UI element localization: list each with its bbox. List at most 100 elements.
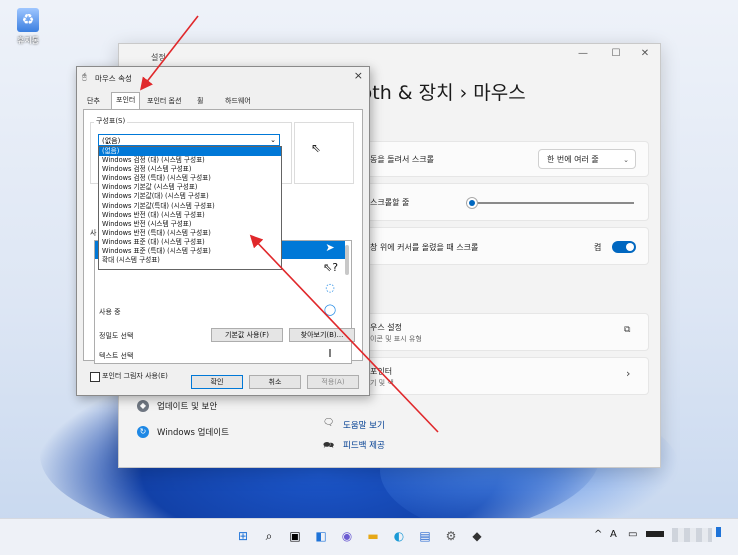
use-default-button[interactable]: 기본값 사용(F)	[211, 328, 283, 342]
nav-item-label: Windows 업데이트	[157, 428, 229, 438]
task-view-icon[interactable]: ▣	[285, 526, 305, 546]
tab-hardware[interactable]: 하드웨어	[221, 94, 255, 108]
recycle-bin-label: 휴지통	[16, 36, 40, 45]
customize-label: 사	[88, 228, 99, 238]
scheme-option[interactable]: 확대 (시스템 구성표)	[99, 256, 281, 265]
wheel-scroll-value: 한 번에 여러 줄	[547, 155, 599, 164]
clock-area[interactable]	[672, 528, 712, 542]
cursor-row-label: 사용 중	[99, 308, 121, 316]
dialog-title: 마우스 속성	[95, 74, 132, 83]
external-link-icon: ⧉	[624, 325, 631, 335]
scheme-option[interactable]: Windows 반전 (특대) (시스템 구성표)	[99, 229, 281, 238]
nav-item-update-security[interactable]: ◆ 업데이트 및 보안	[137, 398, 297, 414]
edge-icon[interactable]: ◐	[389, 526, 409, 546]
busy-icon: ◯	[323, 303, 337, 316]
wheel-scroll-select[interactable]: 한 번에 여러 줄 ⌄	[538, 149, 636, 169]
maximize-button[interactable]: ☐	[602, 44, 630, 64]
shield-icon: ◆	[137, 400, 149, 412]
wheel-scroll-card: 동을 돌려서 스크롤 한 번에 여러 줄 ⌄	[365, 141, 649, 177]
settings-icon[interactable]: ⚙	[441, 526, 461, 546]
scheme-option[interactable]: Windows 검정 (시스템 구성표)	[99, 165, 281, 174]
help-icon: 🗨	[323, 418, 335, 428]
hover-scroll-label: 창 위에 커서를 올렸을 때 스크롤	[370, 243, 479, 252]
scheme-option[interactable]: Windows 표준 (대) (시스템 구성표)	[99, 238, 281, 247]
ok-button[interactable]: 확인	[191, 375, 243, 389]
scroll-lines-slider-thumb[interactable]	[466, 197, 479, 209]
scheme-option[interactable]: Windows 기본값(대) (시스템 구성표)	[99, 192, 281, 201]
scheme-dropdown-list: (없음) Windows 검정 (대) (시스템 구성표) Windows 검정 (…	[98, 146, 282, 270]
close-button[interactable]: ✕	[631, 44, 659, 64]
give-feedback-label: 피드백 제공	[343, 441, 385, 451]
scheme-group-label: 구성표(S)	[94, 116, 128, 126]
feedback-icon: 🗪	[323, 441, 335, 451]
scheme-option[interactable]: Windows 반전 (대) (시스템 구성표)	[99, 211, 281, 220]
scheme-option[interactable]: Windows 표준 (특대) (시스템 구성표)	[99, 247, 281, 256]
wheel-scroll-label: 동을 돌려서 스크롤	[370, 155, 434, 164]
settings-window-title: 설정	[151, 53, 166, 62]
additional-mouse-settings-card[interactable]: 우스 설정 이콘 및 표시 유형 ⧉	[365, 313, 649, 351]
list-item[interactable]: 사용 중 ◯	[95, 303, 345, 321]
file-explorer-icon[interactable]: ▬	[363, 526, 383, 546]
scroll-lines-card: 스크롤할 줄	[365, 183, 649, 221]
widgets-icon[interactable]: ◧	[311, 526, 331, 546]
text-select-icon: I	[328, 347, 332, 360]
hover-scroll-toggle[interactable]	[612, 241, 636, 253]
cursor-row-label: 정밀도 선택	[99, 332, 134, 340]
tab-buttons[interactable]: 단추	[83, 94, 104, 108]
scheme-option[interactable]: Windows 검정 (특대) (시스템 구성표)	[99, 174, 281, 183]
store-icon[interactable]: ▤	[415, 526, 435, 546]
scroll-lines-slider-track[interactable]	[466, 202, 634, 204]
tab-wheel[interactable]: 휠	[193, 94, 207, 108]
give-feedback-link[interactable]: 🗪 피드백 제공	[323, 438, 443, 452]
scheme-option[interactable]: Windows 반전 (시스템 구성표)	[99, 220, 281, 229]
tray-item-icon[interactable]	[646, 531, 664, 537]
nav-item-label: 업데이트 및 보안	[157, 402, 218, 412]
tab-pointer-options[interactable]: 포인터 옵션	[143, 94, 185, 108]
pointer-arrow-icon: ➤	[325, 241, 335, 254]
nav-item-windows-update[interactable]: ↻ Windows 업데이트	[137, 424, 297, 440]
chevron-down-icon: ⌄	[270, 136, 276, 144]
notification-icon[interactable]	[716, 527, 721, 537]
scheme-option[interactable]: (없음)	[99, 147, 281, 157]
scheme-option[interactable]: Windows 기본값 (시스템 구성표)	[99, 183, 281, 192]
tray-chevron-icon[interactable]: ^	[594, 529, 602, 540]
search-icon[interactable]: ⌕	[259, 526, 279, 546]
help-select-icon: ⇖?	[323, 261, 339, 274]
hover-scroll-state: 켬	[594, 243, 602, 252]
chevron-right-icon: ›	[626, 367, 631, 380]
list-item[interactable]: 텍스트 선택 I	[95, 347, 345, 363]
scheme-select-value: (없음)	[102, 137, 121, 145]
recycle-bin-icon: ♻	[17, 8, 39, 32]
additional-mouse-settings-sub: 이콘 및 표시 유형	[370, 335, 422, 343]
mouse-icon: 🖰	[82, 72, 87, 81]
network-icon[interactable]: ▭	[628, 529, 637, 540]
start-icon[interactable]: ⊞	[233, 526, 253, 546]
get-help-label: 도움말 보기	[343, 421, 385, 431]
taskbar: ⊞ ⌕ ▣ ◧ ◉ ▬ ◐ ▤ ⚙ ◆ ^ A ▭	[0, 518, 738, 555]
mouse-properties-dialog: 🖰 마우스 속성 × 단추 포인터 포인터 옵션 휠 하드웨어 구성표(S) (…	[76, 66, 370, 396]
hover-scroll-card: 창 위에 커서를 올렸을 때 스크롤 켬	[365, 227, 649, 265]
working-in-background-icon: ◌	[325, 281, 335, 294]
input-indicator[interactable]: A	[610, 529, 617, 540]
get-help-link[interactable]: 🗨 도움말 보기	[323, 418, 443, 432]
app-icon[interactable]: ◆	[467, 526, 487, 546]
chat-icon[interactable]: ◉	[337, 526, 357, 546]
cursor-row-label: 텍스트 선택	[99, 352, 134, 360]
minimize-button[interactable]: —	[569, 44, 597, 64]
dialog-close-button[interactable]: ×	[354, 69, 363, 82]
cancel-button[interactable]: 취소	[249, 375, 301, 389]
scheme-option[interactable]: Windows 기본값(특대) (시스템 구성표)	[99, 202, 281, 211]
scheme-select[interactable]: (없음) ⌄	[98, 134, 280, 146]
preview-arrow-icon: ⇖	[311, 141, 322, 155]
cursor-list-scrollbar[interactable]	[345, 245, 349, 275]
chevron-down-icon: ⌄	[623, 156, 629, 164]
browse-button[interactable]: 찾아보기(B)...	[289, 328, 355, 342]
pointer-preview: ⇖	[294, 122, 354, 184]
pointer-card[interactable]: 포인터 기 및 색 ›	[365, 357, 649, 395]
list-item[interactable]: ◌	[95, 281, 345, 299]
apply-button[interactable]: 적용(A)	[307, 375, 359, 389]
scheme-option[interactable]: Windows 검정 (대) (시스템 구성표)	[99, 156, 281, 165]
tab-pointers[interactable]: 포인터	[111, 92, 141, 110]
pointer-shadow-checkbox[interactable]	[90, 372, 100, 382]
recycle-bin-shortcut[interactable]: ♻ 휴지통	[12, 8, 44, 54]
